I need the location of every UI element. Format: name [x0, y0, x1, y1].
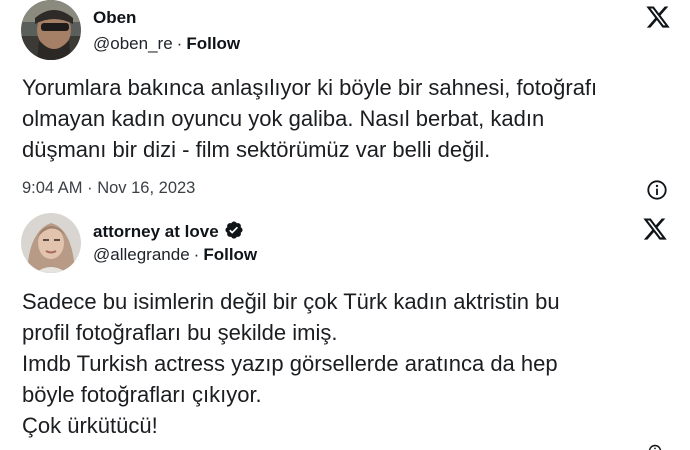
timestamp[interactable]: 9:04 AM · Nov 16, 2023 [22, 178, 195, 198]
handle[interactable]: @allegrande [93, 245, 190, 264]
follow-button[interactable]: Follow [186, 34, 240, 53]
verified-badge-icon[interactable] [224, 220, 244, 240]
info-icon[interactable] [648, 444, 662, 450]
separator: · [176, 34, 183, 53]
avatar[interactable] [21, 0, 81, 60]
x-logo-icon[interactable] [645, 4, 671, 30]
x-logo-icon[interactable] [642, 216, 668, 242]
tweet-card: attorney at love @allegrande · Follow Sade… [0, 208, 690, 450]
follow-button[interactable]: Follow [203, 245, 257, 264]
tweet-text: Yorumlara bakınca anlaşılıyor ki böyle b… [22, 75, 598, 162]
display-name[interactable]: attorney at love [93, 222, 219, 241]
avatar[interactable] [21, 213, 81, 273]
display-name-row: attorney at love [93, 220, 244, 242]
handle-line: @oben_re · Follow [93, 34, 240, 54]
tweet-card: Oben @oben_re · Follow Yorumlara bakınca a… [0, 0, 690, 208]
display-name[interactable]: Oben [93, 8, 136, 28]
handle[interactable]: @oben_re [93, 34, 173, 53]
handle-line: @allegrande · Follow [93, 245, 257, 265]
tweet-text: Sadece bu isimlerin değil bir çok Türk k… [22, 289, 560, 438]
info-icon[interactable] [646, 179, 668, 201]
separator: · [193, 245, 200, 264]
avatar-photo [21, 0, 81, 60]
avatar-photo [21, 213, 81, 273]
